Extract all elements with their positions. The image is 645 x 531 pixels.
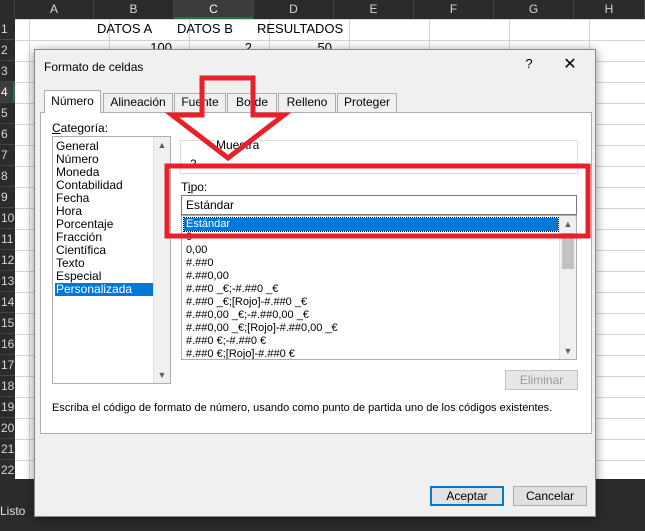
row-header[interactable]: 2 [0, 40, 15, 61]
column-header-f[interactable]: F [414, 0, 494, 19]
tab-fuente[interactable]: Fuente [174, 93, 226, 112]
type-option[interactable]: #.##0 [184, 257, 214, 270]
type-option[interactable]: #.##0 €;-#.##0 € [184, 335, 266, 348]
row-header[interactable]: 15 [0, 313, 15, 334]
format-cells-dialog: Formato de celdas ? ✕ Número Alineación … [34, 49, 596, 517]
type-option[interactable]: #.##0 _€;[Rojo]-#.##0 _€ [184, 296, 307, 309]
row-header[interactable]: 6 [0, 124, 15, 145]
ok-button[interactable]: Aceptar [430, 486, 504, 506]
cell-d1[interactable]: RESULTADOS [257, 19, 343, 38]
row-header[interactable]: 1 [0, 19, 15, 40]
select-all-corner[interactable] [0, 0, 15, 19]
type-option[interactable]: #.##0 €;[Rojo]-#.##0 € [184, 348, 295, 359]
column-header-d[interactable]: D [254, 0, 334, 19]
cell-c1[interactable]: DATOS B [177, 19, 233, 38]
dialog-title: Formato de celdas [44, 60, 144, 74]
column-header-g[interactable]: G [494, 0, 574, 19]
row-header[interactable]: 8 [0, 166, 15, 187]
status-text: Listo [0, 504, 26, 518]
tab-relleno[interactable]: Relleno [278, 93, 336, 112]
category-scrollbar[interactable]: ▲ ▼ [153, 137, 170, 383]
type-option[interactable]: #.##0 _€;-#.##0 _€ [184, 283, 278, 296]
column-header-b[interactable]: B [94, 0, 174, 19]
help-button[interactable]: ? [521, 56, 537, 71]
category-list[interactable]: General Número Moneda Contabilidad Fecha Hora… [52, 136, 171, 384]
column-header-h[interactable]: H [574, 0, 645, 19]
row-header[interactable]: 16 [0, 334, 15, 355]
row-header[interactable]: 22 [0, 460, 15, 481]
type-input[interactable]: Estándar [181, 195, 577, 215]
scroll-up-icon[interactable]: ▲ [154, 137, 170, 153]
type-option[interactable]: 0 [184, 231, 192, 244]
row-header[interactable]: 17 [0, 355, 15, 376]
column-header-a[interactable]: A [15, 0, 94, 19]
row-header[interactable]: 19 [0, 397, 15, 418]
tab-borde[interactable]: Borde [227, 93, 277, 112]
row-header[interactable]: 18 [0, 376, 15, 397]
category-label: Categoría: [52, 121, 109, 135]
sample-group: Muestra 2 [180, 138, 578, 174]
row-header[interactable]: 4 [0, 82, 15, 103]
row-header[interactable]: 7 [0, 145, 15, 166]
row-header[interactable]: 3 [0, 61, 15, 82]
row-header[interactable]: 10 [0, 208, 15, 229]
column-header-e[interactable]: E [334, 0, 414, 19]
type-list[interactable]: Estándar 0 0,00 #.##0 #.##0,00 #.##0 _€;-#.##… [181, 215, 577, 360]
scroll-down-icon[interactable]: ▼ [560, 343, 576, 359]
sample-value: 2 [190, 157, 197, 171]
cancel-button[interactable]: Cancelar [513, 486, 587, 506]
cell-b1[interactable]: DATOS A [97, 19, 152, 38]
row-header[interactable]: 14 [0, 292, 15, 313]
delete-button[interactable]: Eliminar [505, 370, 578, 390]
description-text: Escriba el código de formato de número, … [52, 402, 553, 414]
sample-label: Muestra [215, 138, 261, 152]
type-option[interactable]: #.##0,00 _€;-#.##0,00 _€ [184, 309, 309, 322]
row-header[interactable]: 11 [0, 229, 15, 250]
scroll-down-icon[interactable]: ▼ [154, 367, 170, 383]
scrollbar-thumb[interactable] [562, 233, 574, 269]
type-option[interactable]: #.##0,00 [184, 270, 229, 283]
tab-strip: Número Alineación Fuente Borde Relleno P… [40, 90, 592, 113]
row-header[interactable]: 5 [0, 103, 15, 124]
type-label: Tipo: [181, 180, 208, 194]
row-header[interactable]: 21 [0, 439, 15, 460]
row-header[interactable]: 20 [0, 418, 15, 439]
type-option[interactable]: 0,00 [184, 244, 207, 257]
row-header[interactable]: 12 [0, 250, 15, 271]
column-header-c[interactable]: C [174, 0, 254, 19]
scroll-up-icon[interactable]: ▲ [560, 216, 576, 232]
category-item[interactable]: Personalizada [55, 283, 155, 296]
tab-numero[interactable]: Número [44, 90, 101, 113]
type-option[interactable]: Estándar [183, 217, 559, 232]
tab-proteger[interactable]: Proteger [337, 93, 397, 112]
close-icon[interactable]: ✕ [561, 54, 579, 74]
type-option[interactable]: #.##0,00 _€;[Rojo]-#.##0,00 _€ [184, 322, 338, 335]
row-header[interactable]: 13 [0, 271, 15, 292]
column-header-row: A B C D E F G H [0, 0, 645, 19]
row-header[interactable]: 9 [0, 187, 15, 208]
type-scrollbar[interactable]: ▲ ▼ [559, 216, 576, 359]
tab-alineacion[interactable]: Alineación [103, 93, 173, 112]
